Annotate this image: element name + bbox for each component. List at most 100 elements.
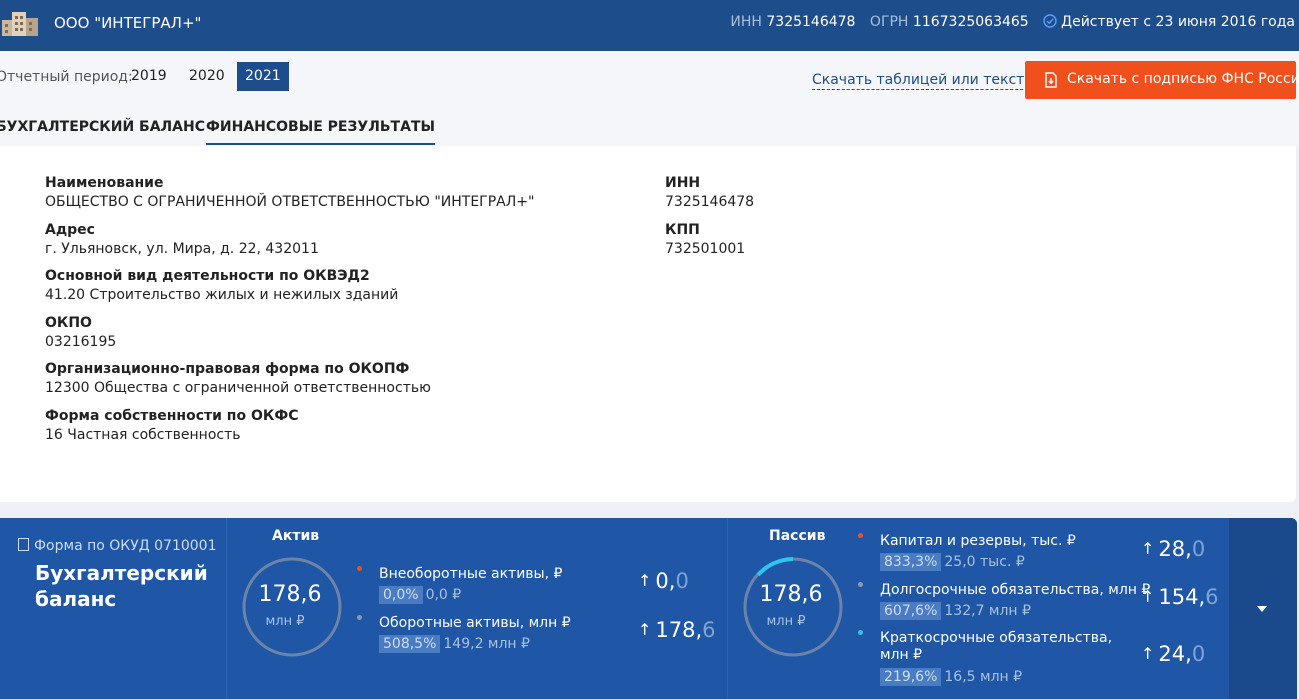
passiv-item-1-value: ↑ 154,6: [1141, 585, 1219, 609]
previous-value: 0,0 ₽: [425, 587, 462, 603]
aktiv-item-1-label: Оборотные активы, млн ₽: [379, 615, 571, 631]
field-address: Адрес г. Ульяновск, ул. Мира, д. 22, 432…: [45, 221, 319, 259]
tab-financial-results[interactable]: ФИНАНСОВЫЕ РЕЗУЛЬТАТЫ: [206, 119, 435, 145]
percent-badge: 607,6%: [880, 602, 942, 620]
previous-value: 16,5 млн ₽: [944, 669, 1023, 685]
arrow-up-icon: ↑: [1141, 587, 1155, 606]
value-frac: 0: [1191, 537, 1206, 561]
value-int: 28,: [1158, 537, 1192, 561]
passiv-item-2-dot: [858, 630, 863, 635]
field-okpo: ОКПО 03216195: [45, 314, 116, 352]
field-value: 16 Частная собственность: [45, 427, 241, 443]
company-requisites: ИНН 7325146478 ОГРН 1167325063465 Действ…: [730, 14, 1295, 30]
aktiv-total: 178,6: [258, 582, 322, 607]
aktiv-item-0-dot: [357, 566, 362, 571]
arrow-up-icon: ↑: [638, 620, 652, 639]
balance-header: Форма по ОКУД 0710001 Бухгалтерский бала…: [0, 518, 227, 699]
download-file-icon: [1045, 72, 1057, 88]
value-int: 0,: [655, 569, 676, 593]
passiv-ring: [743, 557, 843, 657]
field-value: 03216195: [45, 334, 117, 350]
passiv-item-0-label: Капитал и резервы, тыс. ₽: [880, 533, 1076, 549]
year-2021-button[interactable]: 2021: [237, 62, 289, 91]
aktiv-item-1-value: ↑ 178,6: [638, 618, 716, 642]
aktiv-item-1-change: 508,5% 149,2 млн ₽: [379, 635, 530, 653]
percent-badge: 508,5%: [379, 635, 441, 653]
passiv-item-2-label: Краткосрочные обязательства, млн ₽: [880, 630, 1113, 663]
top-bar: ООО "ИНТЕГРАЛ+" ИНН 7325146478 ОГРН 1167…: [0, 0, 1299, 51]
balance-title: Бухгалтерский баланс: [35, 561, 208, 611]
value-int: 154,: [1158, 585, 1206, 609]
year-2019-button[interactable]: 2019: [123, 62, 175, 91]
year-2020-button[interactable]: 2020: [181, 62, 233, 91]
arrow-up-icon: ↑: [638, 571, 652, 590]
field-value: 12300 Общества с ограниченной ответствен…: [45, 380, 431, 396]
passiv-unit: млн ₽: [766, 614, 806, 629]
divider: [727, 518, 728, 699]
field-value: 732501001: [665, 241, 746, 257]
arrow-up-icon: ↑: [1141, 539, 1155, 558]
aktiv-item-0-value: ↑ 0,0: [638, 569, 689, 593]
passiv-item-1-label: Долгосрочные обязательства, млн ₽: [880, 582, 1151, 598]
expand-toggle[interactable]: [1229, 518, 1297, 699]
aktiv-title: Актив: [272, 528, 320, 544]
ogrn-label: ОГРН: [869, 14, 909, 30]
aktiv-ring: [242, 557, 342, 657]
period-label: Отчетный период:: [0, 69, 133, 85]
value-frac: 0: [1191, 642, 1206, 666]
passiv-item-2-value: ↑ 24,0: [1141, 642, 1205, 666]
field-label: Адрес: [45, 222, 95, 238]
field-label: Форма собственности по ОКФС: [45, 408, 299, 424]
percent-badge: 219,6%: [880, 668, 942, 686]
field-label: ОКПО: [45, 315, 92, 331]
field-inn: ИНН 7325146478: [665, 174, 754, 212]
passiv-item-0-dot: [858, 533, 863, 538]
value-frac: 0: [675, 569, 689, 593]
okud-form: Форма по ОКУД 0710001: [18, 538, 217, 554]
document-icon: [18, 538, 29, 551]
passiv-item-0-change: 833,3% 25,0 тыс. ₽: [880, 553, 1025, 571]
field-okved: Основной вид деятельности по ОКВЭД2 41.2…: [45, 267, 398, 305]
value-int: 178,: [655, 618, 703, 642]
value-int: 24,: [1158, 642, 1192, 666]
passiv-item-1-dot: [858, 582, 863, 587]
passiv-title: Пассив: [769, 528, 826, 544]
inn-label: ИНН: [730, 14, 762, 30]
field-label: Основной вид деятельности по ОКВЭД2: [45, 268, 370, 284]
percent-badge: 0,0%: [379, 586, 423, 604]
aktiv-item-0-change: 0,0% 0,0 ₽: [379, 586, 461, 604]
field-value: г. Ульяновск, ул. Мира, д. 22, 432011: [45, 241, 319, 257]
okud-form-label: Форма по ОКУД 0710001: [34, 538, 217, 554]
field-label: Организационно-правовая форма по ОКОПФ: [45, 361, 410, 377]
balance-panel[interactable]: Форма по ОКУД 0710001 Бухгалтерский бала…: [0, 518, 1297, 699]
divider: [226, 518, 227, 699]
value-frac: 6: [1205, 585, 1219, 609]
ogrn-value: 1167325063465: [912, 14, 1029, 30]
report-toolbar: Отчетный период: 2019 2020 2021 Скачать …: [0, 51, 1299, 146]
download-signed-label: Скачать с подписью ФНС России: [1067, 71, 1299, 87]
check-circle-icon: [1043, 14, 1057, 28]
field-name: Наименование ОБЩЕСТВО С ОГРАНИЧЕННОЙ ОТВ…: [45, 174, 534, 212]
field-label: КПП: [665, 222, 700, 238]
arrow-up-icon: ↑: [1141, 644, 1155, 663]
previous-value: 149,2 млн ₽: [443, 636, 530, 652]
value-frac: 6: [702, 618, 716, 642]
aktiv-item-1-dot: [357, 615, 362, 620]
field-label: ИНН: [665, 175, 701, 191]
caret-down-icon: [1257, 606, 1267, 612]
download-signed-button[interactable]: Скачать с подписью ФНС России: [1025, 61, 1299, 99]
tab-balance[interactable]: БУХГАЛТЕРСКИЙ БАЛАНС: [0, 119, 205, 135]
previous-value: 25,0 тыс. ₽: [944, 554, 1025, 570]
previous-value: 132,7 млн ₽: [944, 603, 1031, 619]
inn-value: 7325146478: [766, 14, 856, 30]
field-okopf: Организационно-правовая форма по ОКОПФ 1…: [45, 360, 431, 398]
download-table-link[interactable]: Скачать таблицей или текстом: [812, 71, 1044, 90]
field-value: ОБЩЕСТВО С ОГРАНИЧЕННОЙ ОТВЕТСТВЕННОСТЬЮ…: [45, 194, 535, 210]
field-okfs: Форма собственности по ОКФС 16 Частная с…: [45, 407, 298, 445]
field-label: Наименование: [45, 175, 164, 191]
company-name: ООО "ИНТЕГРАЛ+": [54, 14, 202, 32]
field-value: 41.20 Строительство жилых и нежилых здан…: [45, 287, 399, 303]
field-kpp: КПП 732501001: [665, 221, 745, 259]
passiv-item-1-change: 607,6% 132,7 млн ₽: [880, 602, 1031, 620]
passiv-item-0-value: ↑ 28,0: [1141, 537, 1205, 561]
